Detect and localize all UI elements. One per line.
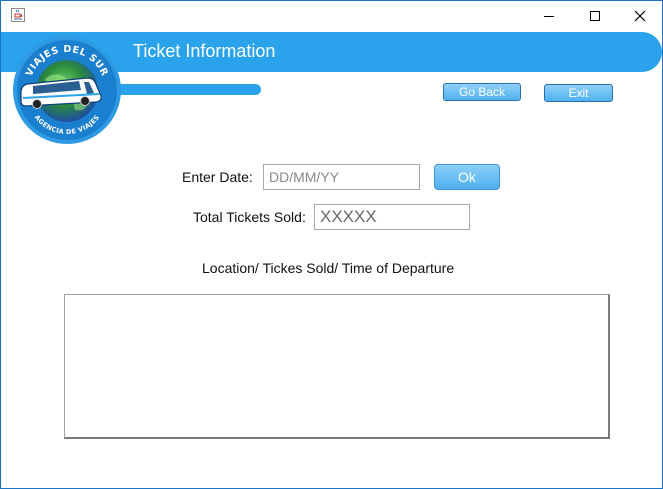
page-title: Ticket Information (133, 41, 276, 61)
java-cup-icon (11, 8, 25, 22)
go-back-button[interactable]: Go Back (443, 83, 521, 101)
agency-logo: VIAJES DEL SUR AGENCIA DE VIAJES (13, 36, 121, 144)
close-icon (634, 10, 646, 22)
date-label: Enter Date: (182, 169, 253, 185)
date-input[interactable]: DD/MM/YY (263, 164, 420, 190)
exit-button[interactable]: Exit (544, 84, 613, 102)
total-tickets-label: Total Tickets Sold: (193, 209, 306, 225)
ok-button[interactable]: Ok (434, 164, 500, 190)
maximize-icon (590, 11, 600, 21)
departures-text-area[interactable] (64, 294, 610, 439)
list-caption: Location/ Tickes Sold/ Time of Departure (202, 260, 455, 276)
maximize-button[interactable] (572, 1, 618, 31)
total-tickets-field[interactable]: XXXXX (314, 204, 470, 230)
close-button[interactable] (617, 1, 662, 31)
minimize-button[interactable] (526, 1, 572, 31)
app-window: Ticket Information VIAJES DEL SUR AGENCI… (0, 0, 663, 489)
minimize-icon (544, 16, 554, 17)
title-bar (1, 1, 662, 31)
